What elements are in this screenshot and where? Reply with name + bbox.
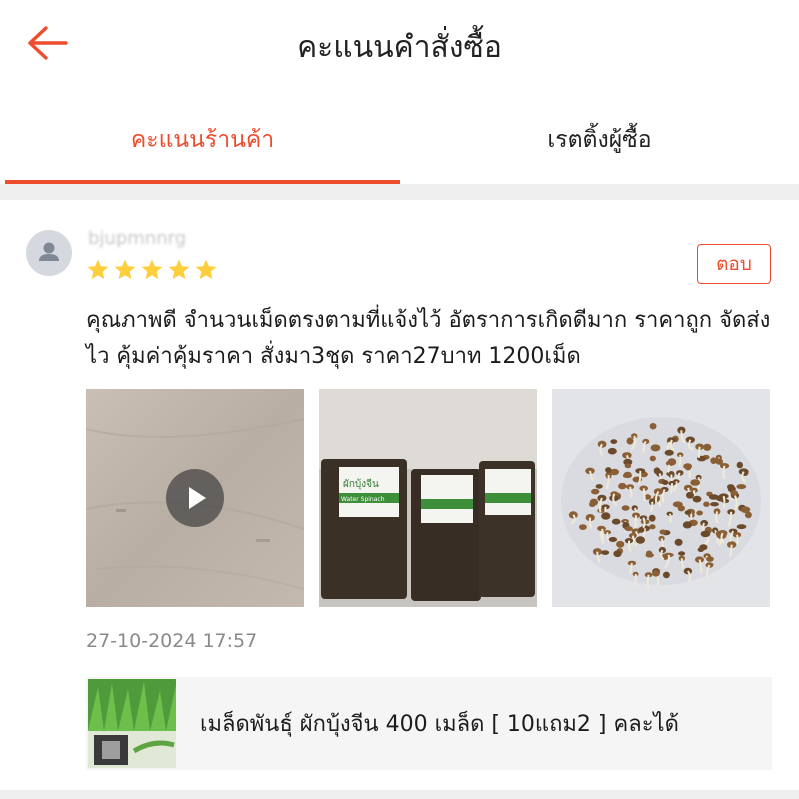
review-video-thumbnail[interactable] [86, 389, 304, 607]
bottom-divider [0, 790, 799, 799]
tab-shop-rating-label: คะแนนร้านค้า [130, 127, 275, 153]
product-name: เมล็ดพันธุ์ ผักบุ้งจีน 400 เมล็ด [ 10แถม… [200, 712, 679, 737]
reply-button[interactable]: ตอบ [697, 244, 771, 284]
header-bar: คะแนนคำสั่งซื้อ [0, 0, 799, 92]
review-text: คุณภาพดี จำนวนเม็ดตรงตามที่แจ้งไว้ อัตรา… [86, 308, 771, 369]
tab-buyer-rating-label: เรตติ้งผู้ซื้อ [547, 127, 652, 153]
product-card[interactable]: เมล็ดพันธุ์ ผักบุ้งจีน 400 เมล็ด [ 10แถม… [86, 677, 772, 770]
star-rating [86, 258, 218, 282]
review-timestamp: 27-10-2024 17:57 [86, 630, 258, 652]
sprouted-seeds-image [552, 389, 770, 607]
tab-buyer-rating[interactable]: เรตติ้งผู้ซื้อ [400, 92, 799, 188]
star-icon [195, 259, 217, 280]
user-icon [39, 242, 59, 261]
page-title: คะแนนคำสั่งซื้อ [297, 30, 502, 65]
tab-bar: คะแนนร้านค้า เรตติ้งผู้ซื้อ [0, 92, 799, 188]
reviewer-username: bjupmnnrg [88, 228, 187, 249]
review-photo-sprouted-seeds[interactable] [552, 389, 770, 607]
avatar[interactable] [26, 230, 72, 276]
tab-shop-rating[interactable]: คะแนนร้านค้า [5, 92, 400, 188]
packet-label: ผักบุ้งจีน [343, 478, 379, 490]
star-icon [141, 259, 163, 280]
play-button[interactable] [166, 469, 224, 527]
star-icon [87, 259, 109, 280]
seed-packets-image: ผักบุ้งจีน Water Spinach [319, 389, 537, 607]
packet-sublabel: Water Spinach [341, 496, 385, 503]
star-icon [168, 259, 190, 280]
play-icon [189, 487, 206, 509]
water-spinach-image [88, 679, 176, 768]
star-icon [114, 259, 136, 280]
section-divider [0, 184, 799, 200]
review-photo-seed-packets[interactable]: ผักบุ้งจีน Water Spinach [319, 389, 537, 607]
product-thumbnail [88, 679, 176, 768]
